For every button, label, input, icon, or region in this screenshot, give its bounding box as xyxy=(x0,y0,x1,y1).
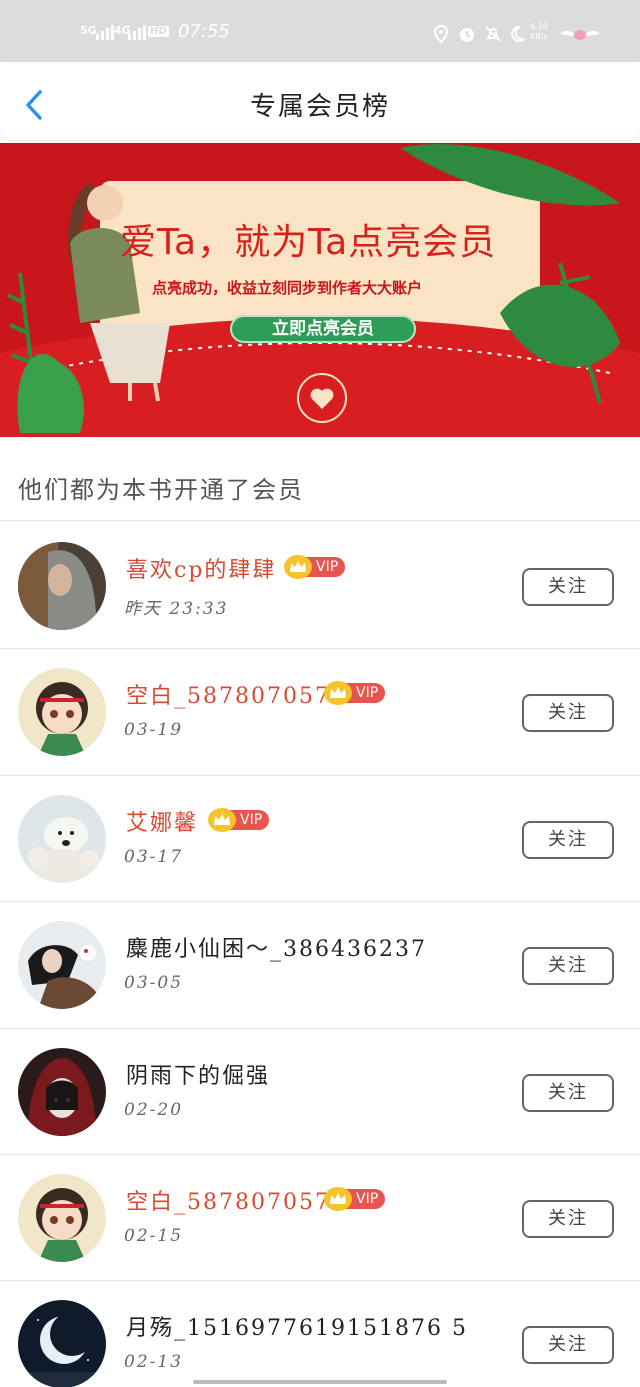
vip-badge: VIP xyxy=(284,555,346,579)
follow-button[interactable]: 关注 xyxy=(522,947,614,986)
member-date: 03-19 xyxy=(124,720,184,741)
member-row[interactable]: 喜欢cp的肆肆 VIP 昨天 23:33 关注 xyxy=(0,522,640,648)
member-date: 03-05 xyxy=(124,973,184,994)
nav-bar: 专属会员榜 xyxy=(0,62,640,140)
banner-subtitle: 点亮成功，收益立刻同步到作者大大账户 xyxy=(152,279,423,297)
section-title: 他们都为本书开通了会员 xyxy=(18,476,304,504)
clock-time: 07:55 xyxy=(178,21,230,42)
mute-bell-icon xyxy=(484,25,502,43)
divider xyxy=(0,520,640,521)
hd-badge: HD xyxy=(148,26,169,37)
follow-button[interactable]: 关注 xyxy=(522,1200,614,1238)
crown-icon xyxy=(324,1187,352,1211)
wings-mascot-icon xyxy=(560,30,600,40)
network-speed: 4.10 KB/s xyxy=(530,22,548,41)
alarm-icon xyxy=(458,25,476,43)
follow-button[interactable]: 关注 xyxy=(522,820,614,859)
promo-banner[interactable]: 爱Ta，就为Ta点亮会员 点亮成功，收益立刻同步到作者大大账户 立即点亮会员 xyxy=(0,143,640,437)
avatar-grey-hair[interactable] xyxy=(18,542,106,630)
avatar-cartoon-girl[interactable] xyxy=(18,668,106,757)
vip-badge: VIP xyxy=(324,681,386,706)
avatar-girl-horse[interactable] xyxy=(18,921,106,1010)
moon-icon xyxy=(508,25,526,43)
follow-button[interactable]: 关注 xyxy=(522,568,614,606)
member-row[interactable]: 麋鹿小仙困～_386436237 03-05 关注 xyxy=(0,901,640,1027)
page-title: 专属会员榜 xyxy=(249,92,390,122)
member-row[interactable]: 空白_587807057 VIP 02-15 关注 xyxy=(0,1154,640,1280)
member-date: 02-20 xyxy=(124,1099,184,1120)
member-row[interactable]: 空白_587807057 VIP 03-19 关注 xyxy=(0,648,640,774)
home-indicator[interactable] xyxy=(193,1380,447,1384)
avatar-polar-bear[interactable] xyxy=(18,794,106,883)
crown-icon xyxy=(208,807,236,832)
status-bar: 5G 4G HD 07:55 4.10 KB/s xyxy=(0,0,640,62)
member-name[interactable]: 艾娜馨 xyxy=(126,805,198,837)
member-date: 02-13 xyxy=(124,1352,184,1373)
member-row[interactable]: 月殇_1516977619151876 5 02-13 关注 xyxy=(0,1280,640,1387)
member-name[interactable]: 空白_587807057 xyxy=(126,1184,331,1216)
crown-icon xyxy=(284,555,312,579)
member-row[interactable]: 艾娜馨 VIP 03-17 关注 xyxy=(0,775,640,901)
avatar-moon-night[interactable] xyxy=(18,1300,106,1387)
member-name[interactable]: 喜欢cp的肆肆 xyxy=(126,552,276,584)
member-row[interactable]: 阴雨下的倔强 02-20 关注 xyxy=(0,1028,640,1154)
member-name[interactable]: 空白_587807057 xyxy=(126,678,331,710)
member-name[interactable]: 阴雨下的倔强 xyxy=(126,1058,270,1090)
follow-button[interactable]: 关注 xyxy=(522,694,614,733)
member-date: 02-15 xyxy=(124,1226,184,1246)
signal-bars-icon xyxy=(128,24,146,40)
banner-headline: 爱Ta，就为Ta点亮会员 xyxy=(120,222,497,263)
member-name[interactable]: 月殇_1516977619151876 5 xyxy=(126,1310,468,1342)
signal-bars-icon xyxy=(96,24,114,40)
signal-5g-label: 5G xyxy=(80,24,97,37)
member-name[interactable]: 麋鹿小仙困～_386436237 xyxy=(126,931,427,963)
avatar-red-hood[interactable] xyxy=(18,1047,106,1136)
vip-badge: VIP xyxy=(324,1187,386,1211)
follow-button[interactable]: 关注 xyxy=(522,1326,614,1365)
avatar-cartoon-girl[interactable] xyxy=(18,1174,106,1262)
vip-badge: VIP xyxy=(208,807,270,832)
location-icon xyxy=(432,24,450,44)
member-date: 昨天 23:33 xyxy=(124,599,229,619)
light-up-membership-button[interactable]: 立即点亮会员 xyxy=(230,315,416,343)
follow-button[interactable]: 关注 xyxy=(522,1073,614,1112)
member-date: 03-17 xyxy=(124,846,184,867)
